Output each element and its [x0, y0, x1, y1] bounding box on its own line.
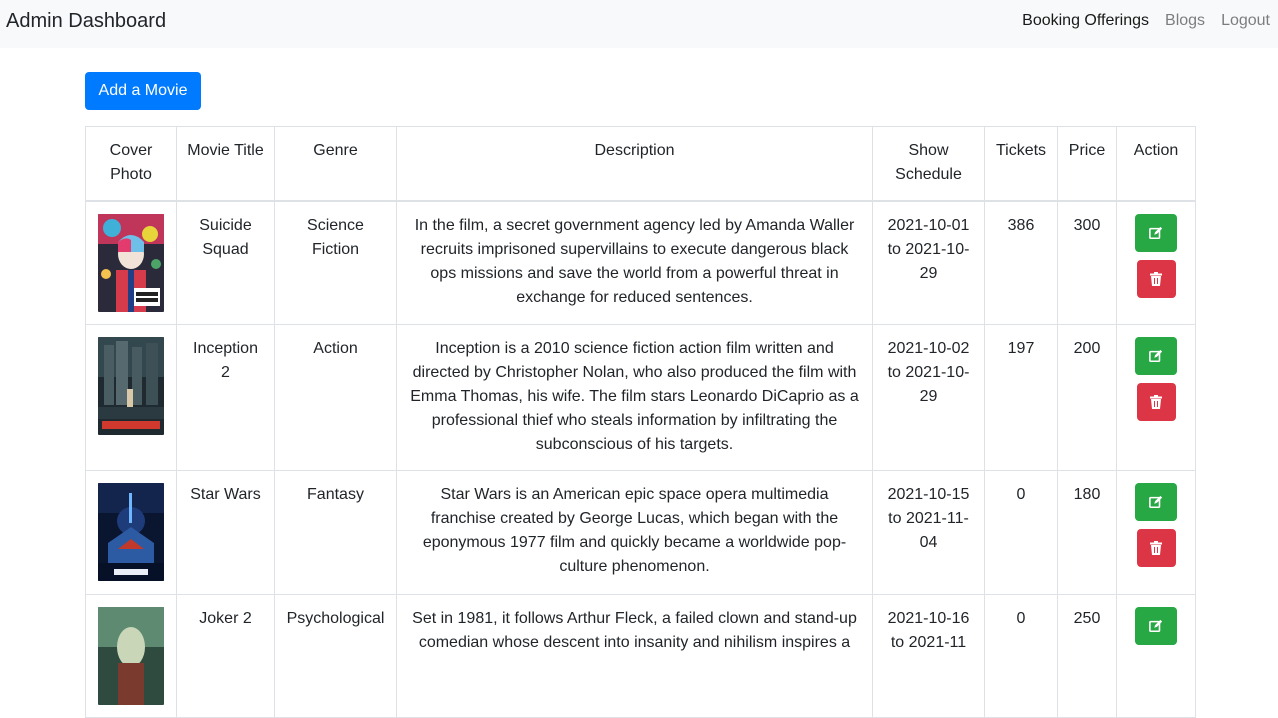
- price-cell: 300: [1057, 200, 1117, 325]
- action-cell: [1116, 200, 1196, 325]
- movie-title-cell: Star Wars: [176, 469, 275, 595]
- movie-title-cell: Suicide Squad: [176, 200, 275, 325]
- header-genre: Genre: [274, 126, 397, 202]
- show-schedule-cell: 2021-10-15 to 2021-11-04: [872, 469, 985, 595]
- price-cell: 180: [1057, 469, 1117, 595]
- edit-icon: [1149, 226, 1163, 239]
- show-schedule-cell: 2021-10-02 to 2021-10-29: [872, 323, 985, 471]
- description-cell: Inception is a 2010 science fiction acti…: [396, 323, 873, 471]
- price-cell: 200: [1057, 323, 1117, 471]
- description-cell: In the film, a secret government agency …: [396, 200, 873, 325]
- action-cell: [1116, 469, 1196, 595]
- add-movie-button[interactable]: Add a Movie: [85, 72, 201, 110]
- show-schedule-cell: 2021-10-01 to 2021-10-29: [872, 200, 985, 325]
- nav-links: Booking Offerings Blogs Logout: [1022, 11, 1270, 31]
- delete-button[interactable]: [1136, 259, 1176, 298]
- description-cell: Star Wars is an American epic space oper…: [396, 469, 873, 595]
- tickets-cell: 0: [984, 593, 1058, 718]
- movie-poster-image: [98, 606, 164, 705]
- trash-icon: [1150, 271, 1162, 286]
- genre-cell: Fantasy: [274, 469, 397, 595]
- header-action: Action: [1116, 126, 1196, 202]
- movie-poster-image: [98, 482, 164, 581]
- edit-button[interactable]: [1135, 482, 1177, 521]
- brand-title[interactable]: Admin Dashboard: [6, 9, 166, 33]
- show-schedule-cell: 2021-10-16 to 2021-11: [872, 593, 985, 718]
- nav-link-blogs[interactable]: Blogs: [1165, 11, 1205, 31]
- cover-cell: [85, 593, 177, 718]
- header-cover-photo: Cover Photo: [85, 126, 177, 202]
- genre-cell: Psychological: [274, 593, 397, 718]
- header-price: Price: [1057, 126, 1117, 202]
- tickets-cell: 386: [984, 200, 1058, 325]
- movie-poster-image: [98, 336, 164, 435]
- cover-cell: [85, 469, 177, 595]
- movie-title-cell: Joker 2: [176, 593, 275, 718]
- price-cell: 250: [1057, 593, 1117, 718]
- navbar: Admin Dashboard Booking Offerings Blogs …: [0, 0, 1278, 48]
- action-cell: [1116, 593, 1196, 718]
- nav-link-booking-offerings[interactable]: Booking Offerings: [1022, 11, 1149, 31]
- genre-cell: Action: [274, 323, 397, 471]
- nav-link-logout[interactable]: Logout: [1221, 11, 1270, 31]
- edit-icon: [1149, 495, 1163, 508]
- trash-icon: [1150, 540, 1162, 555]
- cover-cell: [85, 200, 177, 325]
- movie-poster-image: [98, 213, 164, 312]
- tickets-cell: 197: [984, 323, 1058, 471]
- tickets-cell: 0: [984, 469, 1058, 595]
- table-row: Suicide Squad Science Fiction In the fil…: [85, 200, 1196, 325]
- table-header-row: Cover Photo Movie Title Genre Descriptio…: [85, 126, 1196, 202]
- edit-icon: [1149, 619, 1163, 632]
- edit-icon: [1149, 349, 1163, 362]
- table-row: Star Wars Fantasy Star Wars is an Americ…: [85, 469, 1196, 595]
- edit-button[interactable]: [1135, 606, 1177, 645]
- genre-cell: Science Fiction: [274, 200, 397, 325]
- action-cell: [1116, 323, 1196, 471]
- header-description: Description: [396, 126, 873, 202]
- cover-cell: [85, 323, 177, 471]
- movies-table: Cover Photo Movie Title Genre Descriptio…: [85, 126, 1196, 718]
- table-row: Joker 2 Psychological Set in 1981, it fo…: [85, 593, 1196, 718]
- delete-button[interactable]: [1136, 382, 1176, 421]
- header-movie-title: Movie Title: [176, 126, 275, 202]
- header-show-schedule: Show Schedule: [872, 126, 985, 202]
- edit-button[interactable]: [1135, 213, 1177, 252]
- description-cell: Set in 1981, it follows Arthur Fleck, a …: [396, 593, 873, 718]
- header-tickets: Tickets: [984, 126, 1058, 202]
- movie-title-cell: Inception 2: [176, 323, 275, 471]
- trash-icon: [1150, 394, 1162, 409]
- table-row: Inception 2 Action Inception is a 2010 s…: [85, 323, 1196, 471]
- delete-button[interactable]: [1136, 528, 1176, 567]
- edit-button[interactable]: [1135, 336, 1177, 375]
